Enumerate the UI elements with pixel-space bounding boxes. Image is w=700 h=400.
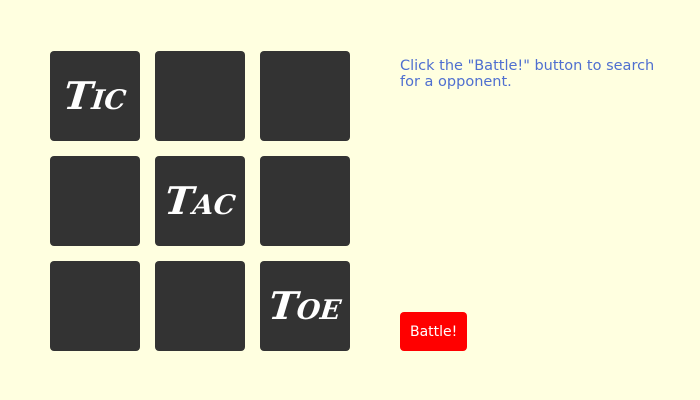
- cell-mark: Toe: [266, 283, 344, 328]
- board-cell-4[interactable]: [50, 156, 140, 246]
- board-cell-3[interactable]: [260, 51, 350, 141]
- board-cell-6[interactable]: [260, 156, 350, 246]
- board-cell-9[interactable]: Toe: [260, 261, 350, 351]
- board-cell-5[interactable]: Tac: [155, 156, 245, 246]
- board-cell-2[interactable]: [155, 51, 245, 141]
- board-cell-8[interactable]: [155, 261, 245, 351]
- status-message: Click the "Battle!" button to search for…: [400, 58, 655, 90]
- battle-button[interactable]: Battle!: [400, 312, 468, 351]
- board-cell-7[interactable]: [50, 261, 140, 351]
- cell-mark: Tac: [162, 178, 238, 223]
- cell-mark: Tic: [61, 73, 129, 118]
- game-board: Tic Tac Toe: [50, 51, 350, 351]
- board-cell-1[interactable]: Tic: [50, 51, 140, 141]
